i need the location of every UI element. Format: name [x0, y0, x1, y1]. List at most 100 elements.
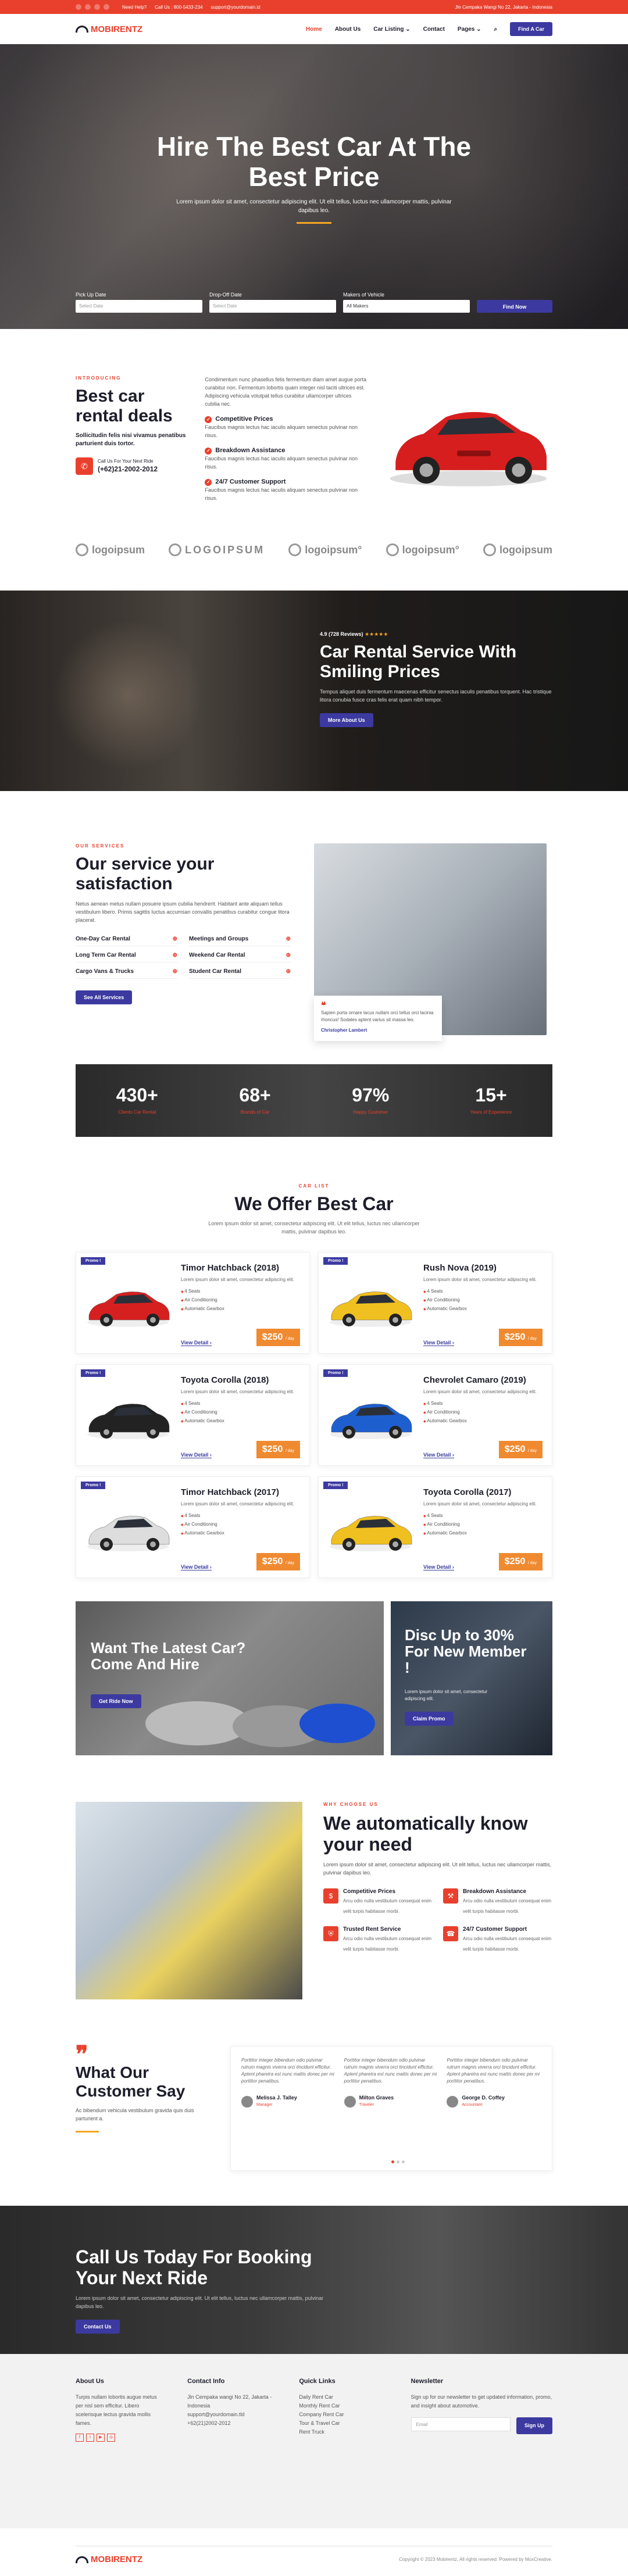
car-card[interactable]: Promo ! Timor Hatchback (2017) Lorem ips…	[76, 1476, 310, 1578]
footer-link[interactable]: Company Rent Car	[299, 2410, 387, 2419]
car-feature: Air Conditioning	[423, 1408, 543, 1417]
claim-promo-button[interactable]: Claim Promo	[405, 1712, 454, 1726]
nav-about[interactable]: About Us	[335, 26, 361, 33]
car-name: Rush Nova (2019)	[423, 1263, 497, 1273]
dropoff-date-input[interactable]: Select Date	[209, 300, 336, 313]
brand-name: MOBIRENTZ	[91, 24, 143, 34]
footer-heading: Newsletter	[411, 2378, 444, 2385]
car-card[interactable]: Promo ! Toyota Corolla (2018) Lorem ipsu…	[76, 1364, 310, 1466]
footer-link[interactable]: Tour & Travel Car	[299, 2419, 387, 2428]
more-about-button[interactable]: More About Us	[320, 713, 373, 727]
sign-up-button[interactable]: Sign Up	[516, 2417, 552, 2434]
footer-link[interactable]: Monthly Rent Car	[299, 2402, 387, 2410]
view-detail-link[interactable]: View Detail ›	[423, 1452, 454, 1458]
twitter-icon[interactable]: t	[86, 2434, 94, 2442]
footer-link[interactable]: Rent Truck	[299, 2428, 387, 2437]
topbar-email[interactable]: support@yourdomain.id	[211, 5, 261, 10]
stat-value: 430+	[116, 1085, 158, 1105]
footer-phone[interactable]: +62(21)2002-2012	[187, 2419, 276, 2428]
topbar-phone[interactable]: Call Us : 800-5433-234	[155, 5, 202, 10]
offer-title: We Offer Best Car	[234, 1193, 394, 1214]
footer-logo[interactable]: MOBIRENTZ	[76, 2554, 142, 2564]
make-select[interactable]: All Makers	[343, 300, 470, 313]
car-card[interactable]: Promo ! Toyota Corolla (2017) Lorem ipsu…	[318, 1476, 552, 1578]
facebook-icon[interactable]	[76, 4, 81, 10]
get-ride-button[interactable]: Get Ride Now	[91, 1694, 141, 1708]
car-card[interactable]: Promo ! Rush Nova (2019) Lorem ipsum dol…	[318, 1252, 552, 1354]
price-tag: $250 / day	[498, 1441, 543, 1458]
why-item-text: Arcu odio nulla vestibulum consequat eni…	[463, 1936, 552, 1952]
twitter-icon[interactable]	[85, 4, 91, 10]
car-card[interactable]: Promo ! Timor Hatchback (2018) Lorem ips…	[76, 1252, 310, 1354]
price-value: $250	[262, 1557, 283, 1566]
service-item[interactable]: Weekend Car Rental ⊕	[189, 952, 291, 963]
footer-email[interactable]: support@yourdomain.tld	[187, 2410, 276, 2419]
phone-number[interactable]: (+62)21-2002-2012	[98, 465, 158, 473]
deals-section: INTRODUCING Best car rental deals Sollic…	[0, 329, 628, 527]
footer-link[interactable]: Daily Rent Car	[299, 2393, 387, 2402]
youtube-icon[interactable]	[94, 4, 100, 10]
find-car-button[interactable]: Find A Car	[510, 22, 552, 36]
search-icon[interactable]: ⌕	[494, 26, 498, 33]
testimonials-text: Ac bibendum vehicula vestibulum gravida …	[76, 2108, 194, 2121]
deals-text: Condimentum nunc phasellus felis ferment…	[205, 377, 367, 407]
pickup-date-input[interactable]: Select Date	[76, 300, 202, 313]
rating-text: 4.9 (728 Reviews)	[320, 631, 363, 637]
view-detail-link[interactable]: View Detail ›	[423, 1340, 454, 1346]
testimonial-name: George D. Coffey	[462, 2095, 505, 2101]
chevron-down-icon: ⌄	[405, 26, 411, 33]
view-detail-link[interactable]: View Detail ›	[181, 1564, 212, 1570]
view-detail-label: View Detail	[423, 1564, 451, 1570]
service-item[interactable]: One-Day Car Rental ⊕	[76, 936, 177, 946]
nav-car-listing[interactable]: Car Listing ⌄	[373, 26, 410, 33]
stat-label: Clients Car Rental	[118, 1110, 156, 1115]
feature-text: Faucibus magnis lectus hac iaculis aliqu…	[205, 424, 358, 438]
quote-text: Sapien porta ornare lacus nullam orci te…	[321, 1010, 434, 1022]
partner-logo-text: logoipsum	[499, 543, 552, 556]
promo-badge: Promo !	[323, 1257, 348, 1265]
footer-address: Jln Cempaka wangi No 22, Jakarta - Indon…	[187, 2394, 272, 2409]
promo-banner-discount: Disc Up to 30% For New Member ! Lorem ip…	[391, 1601, 552, 1755]
service-item[interactable]: Meetings and Groups ⊕	[189, 936, 291, 946]
service-item[interactable]: Cargo Vans & Trucks ⊕	[76, 968, 177, 979]
newsletter-email-input[interactable]: Email	[411, 2417, 511, 2431]
nav-contact[interactable]: Contact	[423, 26, 445, 33]
contact-us-button[interactable]: Contact Us	[76, 2320, 120, 2334]
brand-logo[interactable]: MOBIRENTZ	[76, 24, 142, 34]
service-label: Student Car Rental	[189, 968, 242, 975]
view-detail-link[interactable]: View Detail ›	[181, 1452, 212, 1458]
stat-value: 68+	[239, 1085, 271, 1105]
view-detail-link[interactable]: View Detail ›	[181, 1340, 212, 1346]
plus-icon: ⊕	[172, 968, 177, 975]
why-item-title: Breakdown Assistance	[463, 1888, 527, 1895]
why-item: ⛨ Trusted Rent Service Arcu odio nulla ves…	[323, 1926, 433, 1954]
feature-text: Faucibus magnis lectus hac iaculis aliqu…	[205, 456, 358, 470]
arrow-right-icon: ›	[452, 1340, 454, 1346]
carousel-dots[interactable]	[391, 2160, 405, 2163]
plus-icon: ⊕	[286, 936, 291, 942]
newsletter-text: Sign up for our newsletter to get update…	[411, 2394, 552, 2409]
cta-section: Call Us Today For Booking Your Next Ride…	[0, 2206, 628, 2354]
instagram-icon[interactable]	[104, 4, 109, 10]
price-value: $250	[262, 1444, 283, 1454]
instagram-icon[interactable]: ◎	[107, 2434, 115, 2442]
nav-pages[interactable]: Pages ⌄	[458, 26, 481, 33]
testimonial-name: Melissa J. Talley	[256, 2095, 297, 2101]
view-detail-link[interactable]: View Detail ›	[423, 1564, 454, 1570]
service-item[interactable]: Long Term Car Rental ⊕	[76, 952, 177, 963]
service-item[interactable]: Student Car Rental ⊕	[189, 968, 291, 979]
nav-home[interactable]: Home	[306, 26, 322, 33]
promo-banners: Want The Latest Car? Come And Hire Get R…	[76, 1601, 552, 1755]
facebook-icon[interactable]: f	[76, 2434, 84, 2442]
see-services-button[interactable]: See All Services	[76, 990, 133, 1004]
logo-mark-icon	[76, 543, 88, 556]
find-now-button[interactable]: Find Now	[477, 300, 552, 313]
offer-eyebrow: CAR LIST	[298, 1183, 330, 1189]
price-value: $250	[504, 1332, 526, 1342]
testimonial-carousel[interactable]: Porttitor integer bibendum odio pulvinar…	[230, 2046, 552, 2171]
price-unit: / day	[285, 1449, 294, 1453]
plus-icon: ⊕	[286, 968, 291, 975]
car-card[interactable]: Promo ! Chevrolet Camaro (2019) Lorem ip…	[318, 1364, 552, 1466]
price-unit: / day	[285, 1337, 294, 1341]
youtube-icon[interactable]: ▶	[97, 2434, 105, 2442]
